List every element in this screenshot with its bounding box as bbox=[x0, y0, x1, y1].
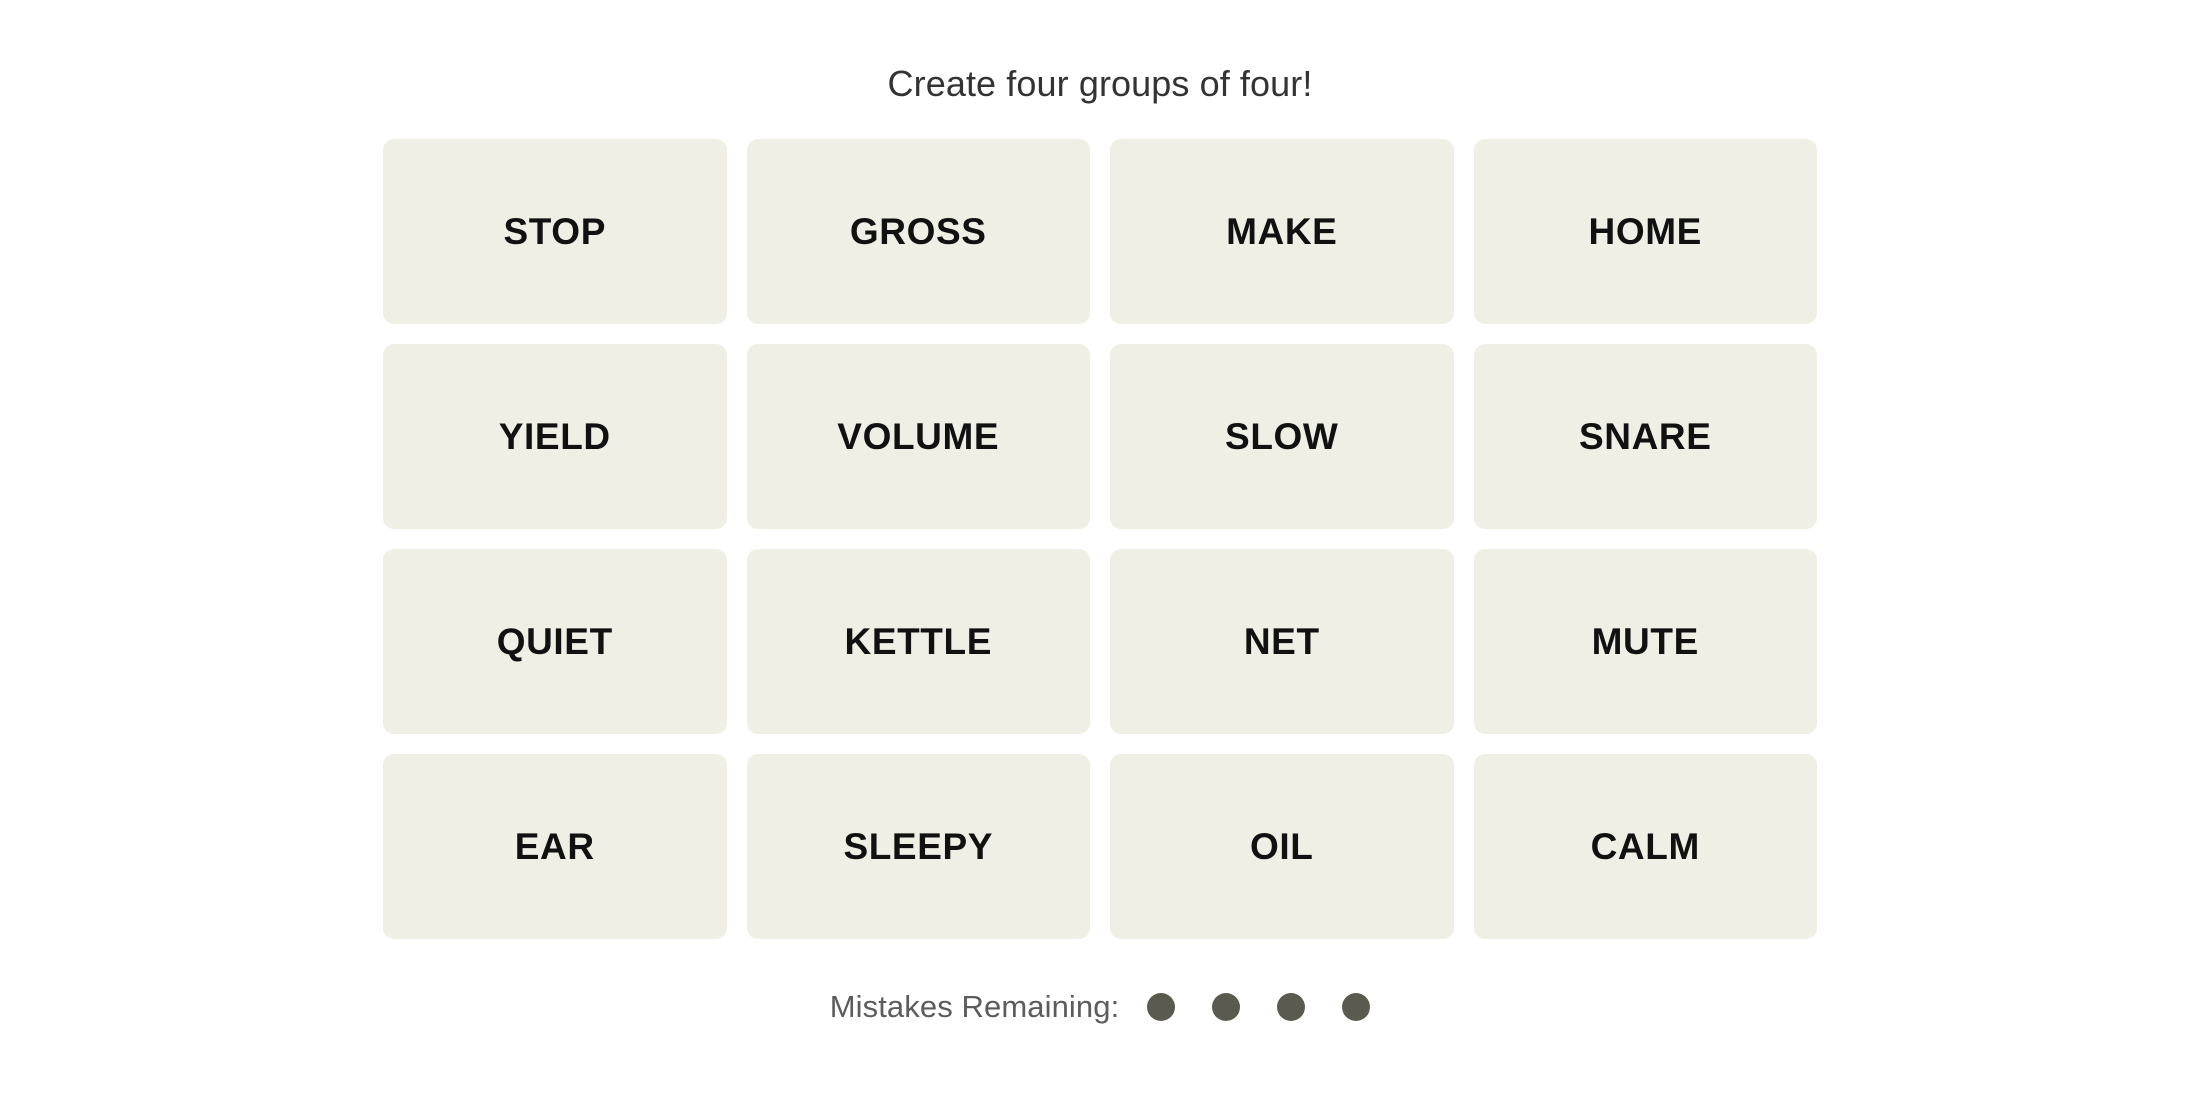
word-tile[interactable]: VOLUME bbox=[746, 343, 1090, 529]
page-title: Create four groups of four! bbox=[887, 63, 1313, 104]
word-tile-label: SLOW bbox=[1225, 415, 1339, 457]
mistake-dot-1 bbox=[1147, 992, 1176, 1021]
word-tile-label: QUIET bbox=[496, 620, 613, 662]
word-tile-label: KETTLE bbox=[844, 620, 992, 662]
word-tile[interactable]: HOME bbox=[1473, 138, 1817, 324]
word-grid: STOP GROSS MAKE HOME YIELD VOLUME SLOW SNARE QUI… bbox=[383, 138, 1817, 939]
mistake-dot-3 bbox=[1277, 992, 1306, 1021]
word-tile-label: SLEEPY bbox=[843, 825, 994, 867]
word-tile[interactable]: CALM bbox=[1473, 753, 1817, 939]
word-tile[interactable]: EAR bbox=[383, 753, 727, 939]
mistake-dot-4 bbox=[1342, 992, 1371, 1021]
word-tile[interactable]: SLOW bbox=[1110, 343, 1454, 529]
word-tile[interactable]: SLEEPY bbox=[746, 753, 1090, 939]
word-tile-label: GROSS bbox=[849, 210, 987, 252]
word-tile-label: YIELD bbox=[498, 415, 611, 457]
word-tile[interactable]: KETTLE bbox=[746, 548, 1090, 734]
word-tile[interactable]: MUTE bbox=[1473, 548, 1817, 734]
word-tile-label: EAR bbox=[514, 825, 595, 867]
word-tile-label: STOP bbox=[503, 210, 606, 252]
word-tile-label: MAKE bbox=[1226, 210, 1338, 252]
word-tile[interactable]: YIELD bbox=[383, 343, 727, 529]
word-tile[interactable]: OIL bbox=[1110, 753, 1454, 939]
word-tile-label: OIL bbox=[1250, 825, 1314, 867]
word-tile[interactable]: GROSS bbox=[746, 138, 1090, 324]
word-tile-label: HOME bbox=[1588, 210, 1702, 252]
word-tile[interactable]: QUIET bbox=[383, 548, 727, 734]
word-tile[interactable]: NET bbox=[1110, 548, 1454, 734]
word-tile[interactable]: MAKE bbox=[1110, 138, 1454, 324]
mistake-dot-2 bbox=[1212, 992, 1241, 1021]
word-tile-label: SNARE bbox=[1578, 415, 1712, 457]
word-tile-label: VOLUME bbox=[837, 415, 1000, 457]
mistakes-remaining-row: Mistakes Remaining: bbox=[383, 989, 1817, 1025]
word-tile[interactable]: SNARE bbox=[1473, 343, 1817, 529]
word-tile[interactable]: STOP bbox=[383, 138, 727, 324]
word-tile-label: MUTE bbox=[1591, 620, 1699, 662]
word-tile-label: CALM bbox=[1590, 825, 1700, 867]
connections-game: Create four groups of four! STOP GROSS MAK… bbox=[0, 0, 2200, 1100]
mistakes-dots bbox=[1147, 992, 1371, 1021]
word-tile-label: NET bbox=[1243, 620, 1320, 662]
mistakes-remaining-label: Mistakes Remaining: bbox=[829, 988, 1120, 1024]
